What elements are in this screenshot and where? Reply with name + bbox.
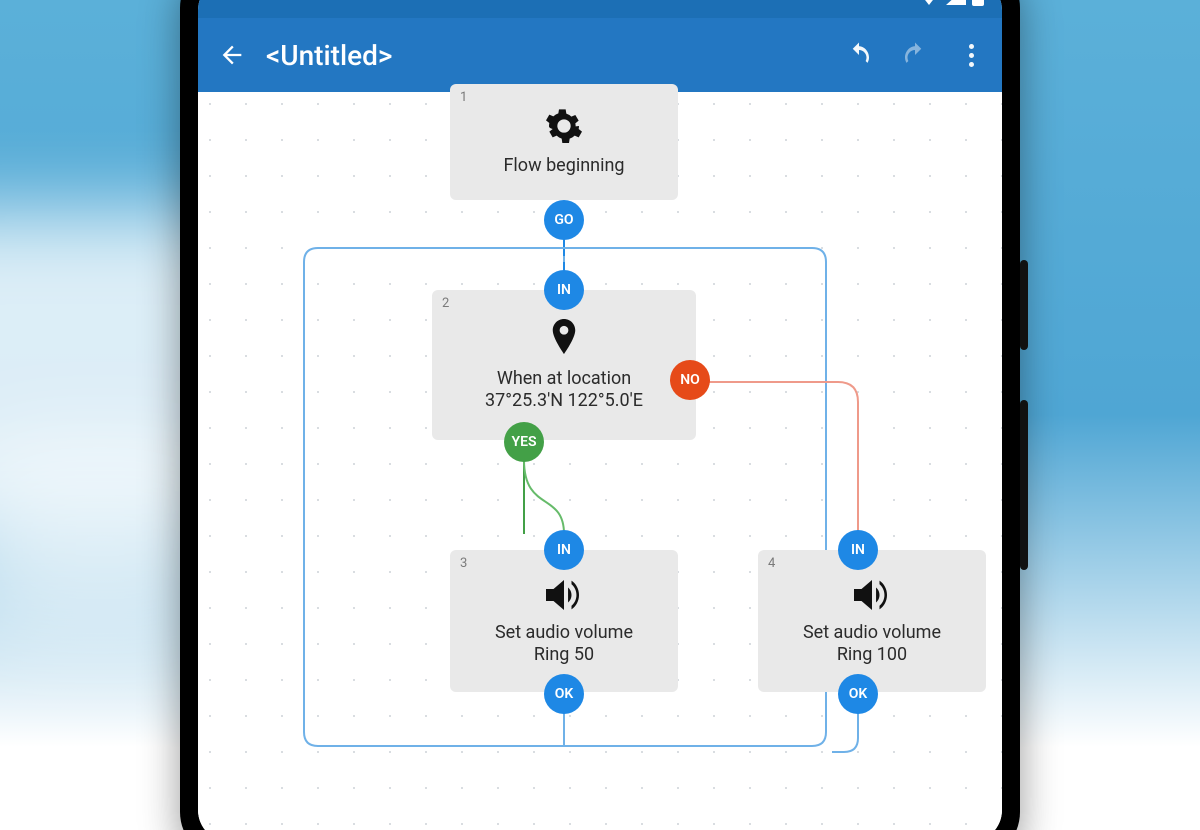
flow-node-location[interactable]: 2 When at location 37°25.3'N 122°5.0'E bbox=[432, 290, 696, 440]
node-title: Set audio volume bbox=[803, 621, 941, 644]
port-label: GO bbox=[554, 212, 573, 228]
connector-wires bbox=[198, 92, 1002, 830]
port-go[interactable]: GO bbox=[544, 200, 584, 240]
flow-canvas[interactable]: 1 Flow beginning GO 2 When at location 3… bbox=[198, 92, 1002, 830]
port-ok-3[interactable]: OK bbox=[544, 674, 584, 714]
port-ok-4[interactable]: OK bbox=[838, 674, 878, 714]
status-bar bbox=[198, 0, 1002, 18]
port-label: IN bbox=[557, 282, 571, 298]
node-number: 4 bbox=[768, 556, 775, 571]
app-bar: <Untitled> bbox=[198, 18, 1002, 92]
port-label: OK bbox=[849, 686, 868, 702]
port-in-4[interactable]: IN bbox=[838, 530, 878, 570]
battery-icon bbox=[972, 0, 984, 10]
flow-node-volume-50[interactable]: 3 Set audio volume Ring 50 bbox=[450, 550, 678, 692]
undo-button[interactable] bbox=[842, 38, 876, 72]
node-subtitle: Ring 50 bbox=[534, 644, 594, 665]
port-no[interactable]: NO bbox=[670, 360, 710, 400]
signal-icon bbox=[946, 0, 966, 9]
phone-frame: <Untitled> bbox=[180, 0, 1020, 830]
page-title: <Untitled> bbox=[266, 39, 842, 72]
port-in-3[interactable]: IN bbox=[544, 530, 584, 570]
back-button[interactable] bbox=[212, 35, 252, 75]
port-label: NO bbox=[680, 372, 700, 388]
node-number: 2 bbox=[442, 296, 449, 311]
node-number: 3 bbox=[460, 556, 467, 571]
port-yes[interactable]: YES bbox=[504, 422, 544, 462]
node-subtitle: 37°25.3'N 122°5.0'E bbox=[485, 390, 643, 411]
wifi-icon bbox=[918, 0, 940, 9]
pin-icon bbox=[549, 319, 579, 359]
speaker-icon bbox=[851, 577, 893, 613]
node-title: Flow beginning bbox=[503, 154, 624, 177]
speaker-icon bbox=[543, 577, 585, 613]
gear-icon bbox=[544, 106, 584, 146]
port-label: YES bbox=[511, 434, 536, 450]
overflow-menu-button[interactable] bbox=[954, 38, 988, 72]
phone-screen: <Untitled> bbox=[198, 0, 1002, 830]
node-number: 1 bbox=[460, 90, 467, 105]
flow-node-beginning[interactable]: 1 Flow beginning bbox=[450, 84, 678, 200]
flow-node-volume-100[interactable]: 4 Set audio volume Ring 100 bbox=[758, 550, 986, 692]
port-label: OK bbox=[555, 686, 574, 702]
port-label: IN bbox=[851, 542, 865, 558]
more-vert-icon bbox=[969, 44, 974, 67]
node-title: Set audio volume bbox=[495, 621, 633, 644]
node-subtitle: Ring 100 bbox=[837, 644, 907, 665]
port-in-2[interactable]: IN bbox=[544, 270, 584, 310]
port-label: IN bbox=[557, 542, 571, 558]
phone-side-button-1 bbox=[1020, 260, 1028, 350]
redo-button[interactable] bbox=[898, 38, 932, 72]
node-title: When at location bbox=[497, 367, 631, 390]
phone-side-button-2 bbox=[1020, 400, 1028, 570]
app-bar-actions bbox=[842, 38, 988, 72]
